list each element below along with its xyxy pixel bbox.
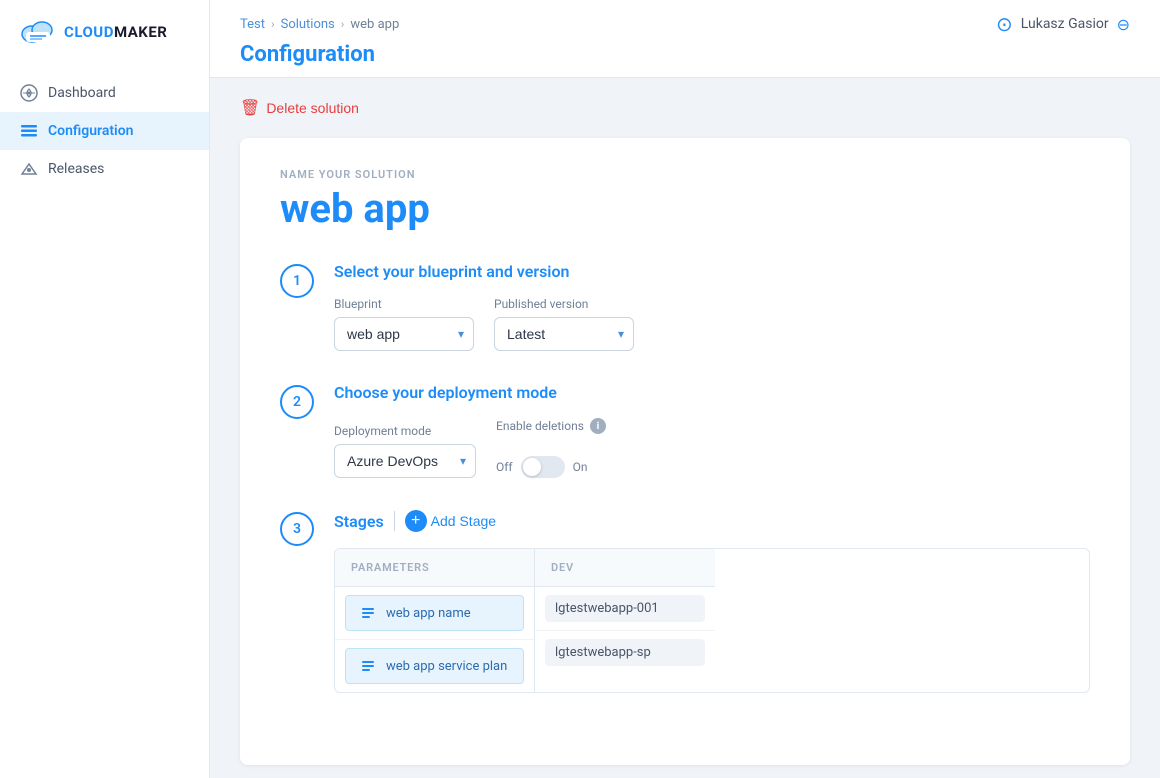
delete-solution-button[interactable]: 🗑 Delete solution	[240, 98, 359, 118]
stages-divider	[394, 511, 395, 531]
version-label: Published version	[494, 297, 634, 311]
stages-header: Stages + Add Stage	[334, 510, 1090, 532]
toggle-thumb	[523, 458, 541, 476]
blueprint-label: Blueprint	[334, 297, 474, 311]
param-row-0: web app name	[335, 587, 534, 640]
step-1-circle: 1	[280, 264, 314, 298]
configuration-icon	[20, 122, 38, 140]
sidebar-item-configuration-label: Configuration	[48, 123, 133, 139]
step-1-content: Select your blueprint and version Bluepr…	[334, 262, 1090, 351]
dev-row-0: lgtestwebapp-001	[535, 587, 715, 631]
blueprint-select-wrapper: web app ▾	[334, 317, 474, 351]
dev-row-1: lgtestwebapp-sp	[535, 631, 715, 674]
add-stage-button[interactable]: + Add Stage	[405, 510, 496, 532]
param-tag-1: web app service plan	[345, 648, 524, 684]
delete-solution-label: Delete solution	[266, 100, 359, 116]
logout-icon[interactable]: ⊖	[1117, 15, 1130, 34]
breadcrumb-solutions[interactable]: Solutions	[281, 17, 335, 32]
param-row-1: web app service plan	[335, 640, 534, 692]
stages-title: Stages	[334, 512, 384, 531]
toggle-on-label: On	[573, 460, 588, 474]
step-1-title: Select your blueprint and version	[334, 262, 1090, 281]
enable-deletions-group: Enable deletions i Off On	[496, 418, 606, 478]
step-3: 3 Stages + Add Stage	[280, 510, 1090, 693]
sidebar: CLOUDMAKER Dashboard Confi	[0, 0, 210, 778]
dev-value-0: lgtestwebapp-001	[545, 595, 705, 622]
config-card: NAME YOUR SOLUTION web app 1 Select your…	[240, 138, 1130, 765]
deployment-mode-label: Deployment mode	[334, 424, 476, 438]
user-avatar-icon: ⊙	[996, 12, 1013, 36]
blueprint-select[interactable]: web app	[334, 317, 474, 351]
dev-column: DEV lgtestwebapp-001 lgtestwebapp-sp	[535, 549, 715, 692]
param-icon-1	[356, 654, 380, 678]
user-name: Lukasz Gasior	[1021, 16, 1109, 32]
enable-deletions-toggle[interactable]	[521, 456, 565, 478]
add-stage-label: Add Stage	[431, 513, 496, 529]
breadcrumb-current: web app	[350, 17, 399, 32]
param-tag-0: web app name	[345, 595, 524, 631]
version-group: Published version Latest ▾	[494, 297, 634, 351]
params-column: PARAMETERS	[335, 549, 535, 692]
sidebar-item-dashboard[interactable]: Dashboard	[0, 74, 209, 112]
param-label-1: web app service plan	[386, 659, 507, 674]
step-1: 1 Select your blueprint and version Blue…	[280, 262, 1090, 351]
logo-icon	[20, 18, 56, 46]
dashboard-icon	[20, 84, 38, 102]
sidebar-item-dashboard-label: Dashboard	[48, 85, 116, 101]
add-stage-plus-icon: +	[405, 510, 427, 532]
toggle-row: Off On	[496, 456, 606, 478]
step-2-title: Choose your deployment mode	[334, 383, 1090, 402]
page-title: Configuration	[240, 42, 375, 67]
step-1-form: Blueprint web app ▾ Published version	[334, 297, 1090, 351]
breadcrumb-test[interactable]: Test	[240, 17, 265, 32]
nav: Dashboard Configuration Releases	[0, 64, 209, 198]
step-2-content: Choose your deployment mode Deployment m…	[334, 383, 1090, 478]
dev-value-1: lgtestwebapp-sp	[545, 639, 705, 666]
sidebar-item-releases[interactable]: Releases	[0, 150, 209, 188]
sidebar-item-releases-label: Releases	[48, 161, 104, 177]
breadcrumb-sep-2: ›	[341, 17, 345, 31]
blueprint-group: Blueprint web app ▾	[334, 297, 474, 351]
content: 🗑 Delete solution NAME YOUR SOLUTION web…	[210, 78, 1160, 778]
stage-table: PARAMETERS	[334, 548, 1090, 693]
toggle-off-label: Off	[496, 460, 513, 474]
header-row: Configuration	[240, 42, 1130, 77]
logo: CLOUDMAKER	[0, 0, 209, 64]
user-area[interactable]: ⊙ Lukasz Gasior ⊖	[996, 12, 1130, 36]
breadcrumb: Test › Solutions › web app ⊙ Lukasz Gasi…	[240, 0, 1130, 42]
breadcrumb-sep-1: ›	[271, 17, 275, 31]
version-select[interactable]: Latest	[494, 317, 634, 351]
deployment-mode-select-wrapper: Azure DevOps ▾	[334, 444, 476, 478]
deployment-mode-select[interactable]: Azure DevOps	[334, 444, 476, 478]
solution-label: NAME YOUR SOLUTION	[280, 168, 1090, 181]
trash-icon: 🗑	[240, 98, 260, 118]
step-2-form: Deployment mode Azure DevOps ▾ Enable de…	[334, 418, 1090, 478]
step-2-circle: 2	[280, 385, 314, 419]
params-header: PARAMETERS	[335, 549, 534, 587]
main: Test › Solutions › web app ⊙ Lukasz Gasi…	[210, 0, 1160, 778]
releases-icon	[20, 160, 38, 178]
info-icon[interactable]: i	[590, 418, 606, 434]
step-2: 2 Choose your deployment mode Deployment…	[280, 383, 1090, 478]
dev-header: DEV	[535, 549, 715, 587]
step-3-content: Stages + Add Stage PARAMETERS	[334, 510, 1090, 693]
deployment-mode-group: Deployment mode Azure DevOps ▾	[334, 424, 476, 478]
param-label-0: web app name	[386, 606, 471, 621]
param-icon-0	[356, 601, 380, 625]
enable-deletions-label: Enable deletions	[496, 419, 584, 433]
solution-name: web app	[280, 185, 1090, 232]
logo-text: CLOUDMAKER	[64, 23, 167, 41]
step-3-circle: 3	[280, 512, 314, 546]
version-select-wrapper: Latest ▾	[494, 317, 634, 351]
sidebar-item-configuration[interactable]: Configuration	[0, 112, 209, 150]
header: Test › Solutions › web app ⊙ Lukasz Gasi…	[210, 0, 1160, 78]
